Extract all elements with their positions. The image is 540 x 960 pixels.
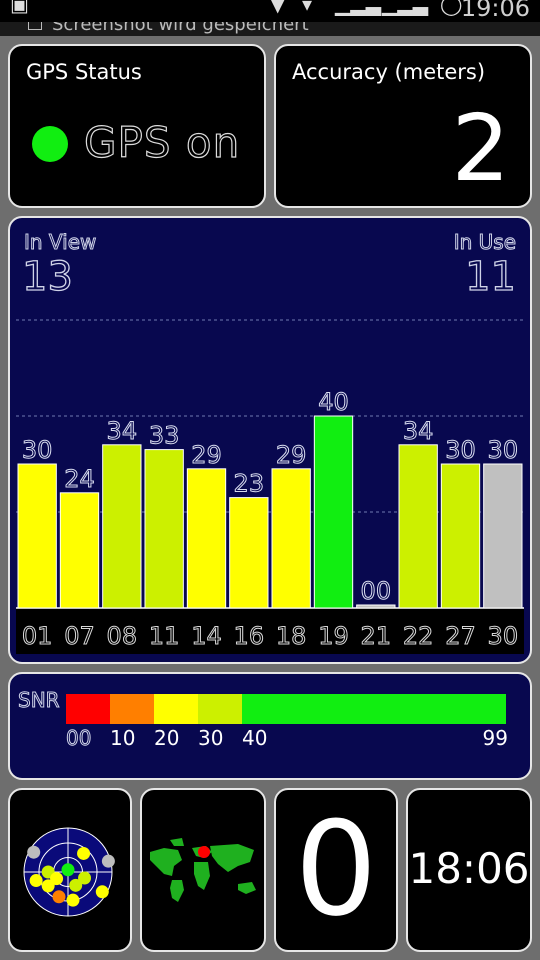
- sky-radar: [23, 827, 115, 917]
- chart-tick-label: 19: [318, 622, 349, 650]
- satellite-dot: [52, 890, 66, 904]
- chart-value-label: 30: [22, 436, 53, 464]
- chart-tick-label: 18: [276, 622, 307, 650]
- satellite-dot: [101, 854, 115, 868]
- satellite-dot: [66, 893, 80, 907]
- chart-value-label: 33: [149, 422, 180, 450]
- screenshot-icon: [28, 22, 42, 30]
- chart-value-label: 00: [361, 577, 392, 605]
- accuracy-value: 2: [451, 95, 510, 202]
- battery-icon: ◯: [440, 0, 463, 16]
- satellite-dot: [27, 845, 41, 859]
- gps-status-value: GPS on: [83, 117, 241, 167]
- accuracy-title: Accuracy (meters): [292, 60, 486, 84]
- clock-tile[interactable]: 18:06: [406, 788, 532, 952]
- clock-value: 18:06: [408, 844, 530, 893]
- satellite-dot: [29, 874, 43, 888]
- in-use-label: In Use: [453, 230, 516, 255]
- snr-segment: [242, 694, 506, 724]
- chart-tick-label: 27: [445, 622, 476, 650]
- chart-bar: [483, 463, 523, 609]
- chart-tick-label: 01: [22, 622, 53, 650]
- satellite-dot: [77, 846, 91, 860]
- chart-value-label: 34: [107, 417, 138, 445]
- chart-tick-label: 22: [403, 622, 434, 650]
- signal-icon-2: ▁▂▃: [382, 0, 429, 16]
- notification-text: Screenshot wird gespeichert: [52, 22, 309, 35]
- snr-segment: [154, 694, 198, 724]
- chart-bar: [59, 492, 100, 609]
- notification-icon: ▣: [10, 0, 29, 16]
- world-map-tile[interactable]: [140, 788, 266, 952]
- snr-tick-label: 30: [198, 726, 224, 750]
- chart-bar: [356, 604, 396, 609]
- satellite-dot: [95, 885, 109, 899]
- snr-legend-panel[interactable]: SNR 00 10 20 30 40 99: [8, 672, 532, 780]
- chart-value-label: 23: [234, 470, 265, 498]
- chart-bar: [144, 449, 184, 609]
- snr-label: SNR: [18, 688, 61, 713]
- satellite-dot: [50, 872, 64, 886]
- chart-bar: [229, 497, 269, 609]
- location-count-tile[interactable]: 0: [274, 788, 398, 952]
- location-count-value: 0: [294, 793, 378, 945]
- chart-tick-label: 11: [149, 622, 180, 650]
- notification-bar: Screenshot wird gespeichert: [0, 22, 540, 36]
- snr-segment: [198, 694, 242, 724]
- in-view-count: 13: [21, 253, 73, 300]
- chart-tick-label: 14: [191, 622, 222, 650]
- snr-segment: [110, 694, 154, 724]
- chart-tick-label: 07: [64, 622, 95, 650]
- snr-segment: [66, 694, 110, 724]
- gps-status-panel[interactable]: GPS Status GPS on: [8, 44, 266, 208]
- accuracy-panel[interactable]: Accuracy (meters) 2: [274, 44, 532, 208]
- chart-value-label: 30: [488, 436, 519, 464]
- chart-value-label: 34: [403, 417, 434, 445]
- chart-bar: [271, 468, 311, 609]
- world-map-icon: [150, 838, 256, 902]
- in-view-label: In View: [23, 230, 97, 255]
- snr-tick-label: 00: [65, 726, 92, 751]
- chart-value-label: 40: [318, 388, 349, 416]
- status-time: 19:06: [460, 0, 530, 22]
- chart-bar: [398, 444, 438, 609]
- chart-value-label: 30: [445, 436, 476, 464]
- chart-value-label: 24: [64, 465, 95, 493]
- snr-tick-label: 40: [242, 726, 268, 750]
- snr-tick-label: 99: [482, 726, 508, 750]
- chart-bar: [17, 463, 57, 609]
- location-icon: ▼: [270, 0, 286, 16]
- chart-bar: [102, 444, 142, 609]
- gps-status-title: GPS Status: [26, 60, 142, 84]
- signal-icon-1: ▁▂▃: [335, 0, 382, 16]
- chart-tick-label: 30: [488, 622, 519, 650]
- in-use-count: 11: [464, 253, 516, 300]
- chart-tick-label: 08: [107, 622, 138, 650]
- chart-bar: [186, 468, 227, 609]
- chart-value-label: 29: [191, 441, 222, 469]
- snr-bar-chart: 30 01 24 07 34 08 33 11 29 14 23 16 29 18 40 19 00 21 34 22…: [16, 319, 524, 654]
- chart-bar: [313, 415, 354, 609]
- chart-tick-label: 16: [234, 622, 265, 650]
- snr-tick-label: 10: [110, 726, 136, 750]
- chart-tick-label: 21: [361, 622, 392, 650]
- satellite-dot: [69, 878, 83, 892]
- satellite-dot: [61, 863, 75, 877]
- chart-value-label: 29: [276, 441, 307, 469]
- status-bar: ▣ ▼ ▾ ▁▂▃ ▁▂▃ ◯ 19:06: [0, 0, 540, 22]
- snr-tick-label: 20: [154, 726, 180, 750]
- sky-view-tile[interactable]: [8, 788, 132, 952]
- wifi-icon: ▾: [302, 0, 313, 16]
- chart-bar: [440, 463, 481, 609]
- gps-indicator-icon: [32, 126, 68, 162]
- satellite-panel[interactable]: 30 01 24 07 34 08 33 11 29 14 23 16 29 18 40 19 00 21 34 22…: [8, 216, 532, 664]
